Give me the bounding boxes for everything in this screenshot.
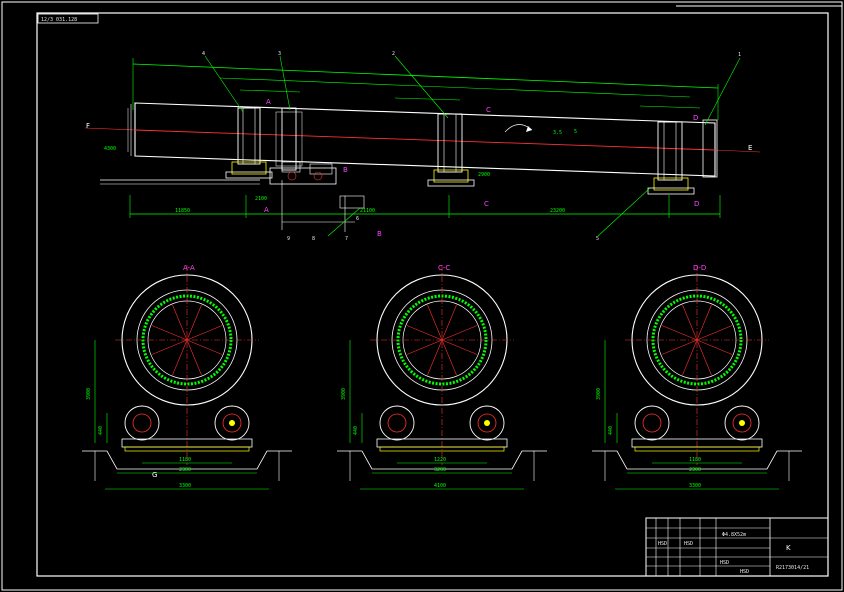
section-mark-e: E	[748, 144, 752, 152]
view-d-dim-base: 2300	[689, 467, 701, 473]
section-mark-f: F	[86, 122, 90, 130]
view-a-roller-left	[124, 405, 160, 441]
view-d-roller-right-axle	[739, 420, 745, 426]
drawing-border	[36, 12, 829, 577]
part-number-8: 8	[312, 236, 315, 242]
part-number-6: 6	[356, 216, 359, 222]
title-row-5: HSD	[740, 569, 749, 575]
view-c-dim-overall: 4100	[434, 483, 446, 489]
section-mark-b-top: B	[343, 166, 348, 174]
view-c-title: C-C	[438, 264, 450, 272]
dim-5: 5	[574, 129, 577, 135]
section-mark-a-bottom: A	[264, 206, 269, 214]
cad-drawing-canvas: 12/3 031.128 11850 21100 23200 2100 2900…	[1, 1, 843, 591]
dim-23200: 23200	[550, 208, 565, 214]
view-d-dim-center: 1180	[689, 457, 701, 463]
dim-2900: 2900	[478, 172, 490, 178]
title-row-1: HSD	[658, 541, 667, 547]
view-a-dim-low: 440	[98, 426, 104, 435]
part-number-4: 4	[202, 51, 205, 57]
dim-21100: 21100	[360, 208, 375, 214]
title-row-2: HSD	[684, 541, 693, 547]
elevation-view: 11850 21100 23200 2100 2900 4300 3.5 5 1…	[84, 51, 761, 242]
view-a-title: A-A	[183, 264, 195, 272]
view-d-title: D-D	[693, 264, 706, 272]
title-project: Φ4.8X52m	[722, 532, 746, 538]
view-c-dim-height: 3900	[341, 388, 347, 400]
part-number-5: 5	[596, 236, 599, 242]
section-mark-c-top: C	[486, 106, 491, 114]
view-c-roller-right-axle	[484, 420, 490, 426]
view-d-roller-left	[634, 405, 670, 441]
part-number-2: 2	[392, 51, 395, 57]
view-a-dim-overall: 3300	[179, 483, 191, 489]
view-d-roller-left-hub	[642, 413, 662, 433]
dim-slope: 3.5	[553, 130, 562, 136]
view-a-dim-center: 1180	[179, 457, 191, 463]
view-d-dim-height: 3900	[596, 388, 602, 400]
section-mark-d-top: D	[693, 114, 698, 122]
section-mark-c-bottom: C	[484, 200, 489, 208]
view-d-dim-overall: 3300	[689, 483, 701, 489]
dim-4300: 4300	[104, 146, 116, 152]
view-c-dim-base: 3200	[434, 467, 446, 473]
section-mark-a-top: A	[266, 98, 271, 106]
view-c-roller-left-hub	[387, 413, 407, 433]
view-c-dim-low: 440	[353, 426, 359, 435]
dim-11850: 11850	[175, 208, 190, 214]
title-row-3: HSD	[720, 560, 729, 566]
view-a-roller-left-hub	[132, 413, 152, 433]
dim-2100: 2100	[255, 196, 267, 202]
view-d-dim-low: 440	[608, 426, 614, 435]
section-views: 2300 3300 1180 3900 440 A-A G 3200 4100 1220 3900 4…	[82, 264, 802, 490]
view-a-dim-height: 3900	[86, 388, 92, 400]
view-a-marker: G	[152, 471, 157, 479]
title-block: Φ4.8X52m K R2173014/21 HSD HSD HSD HSD	[645, 517, 829, 577]
part-number-3: 3	[278, 51, 281, 57]
view-c-roller-left	[379, 405, 415, 441]
view-a-dim-base: 2300	[179, 467, 191, 473]
section-mark-b-bottom: B	[377, 230, 382, 238]
part-number-1: 1	[738, 52, 741, 58]
part-number-9: 9	[287, 236, 290, 242]
header-tag: 12/3 031.128	[41, 17, 77, 23]
title-drawing-number: R2173014/21	[776, 565, 809, 571]
title-row-k: K	[786, 544, 791, 552]
view-c-dim-center: 1220	[434, 457, 446, 463]
part-number-7: 7	[345, 236, 348, 242]
section-mark-d-bottom: D	[694, 200, 699, 208]
outer-frame	[1, 1, 843, 591]
view-a-roller-right-axle	[229, 420, 235, 426]
